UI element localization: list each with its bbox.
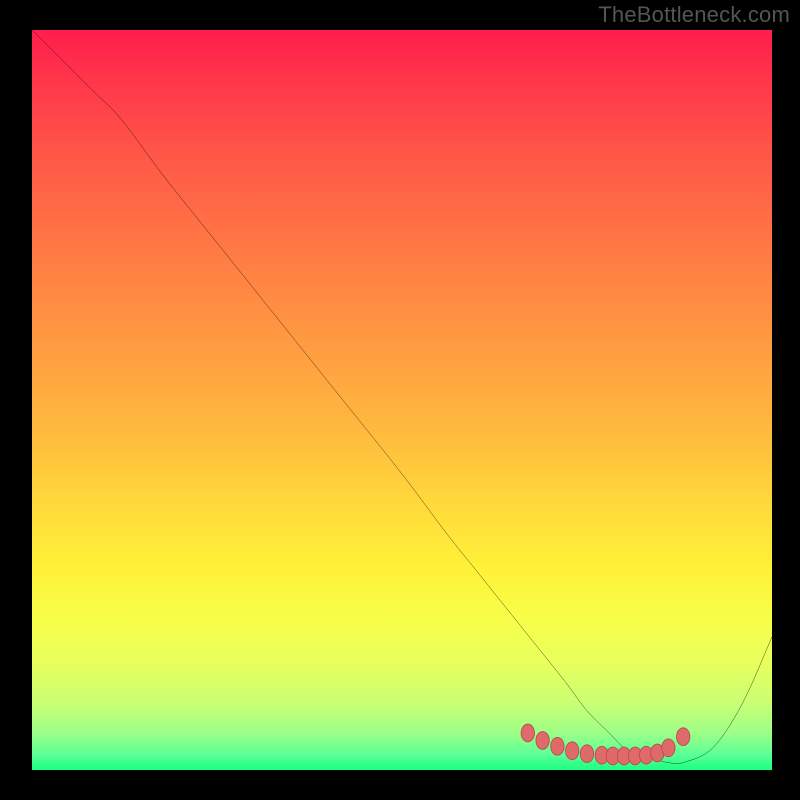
- chart-frame: TheBottleneck.com: [0, 0, 800, 800]
- valley-dot: [677, 728, 690, 746]
- valley-dot: [551, 737, 564, 755]
- dots-group: [521, 724, 690, 765]
- chart-svg: [32, 30, 772, 770]
- valley-dot: [521, 724, 534, 742]
- plot-area: [32, 30, 772, 770]
- valley-dot: [580, 745, 593, 763]
- bottleneck-curve: [32, 30, 772, 764]
- valley-dot: [662, 739, 675, 757]
- watermark-text: TheBottleneck.com: [598, 2, 790, 28]
- valley-dot: [566, 742, 579, 760]
- valley-dot: [536, 732, 549, 750]
